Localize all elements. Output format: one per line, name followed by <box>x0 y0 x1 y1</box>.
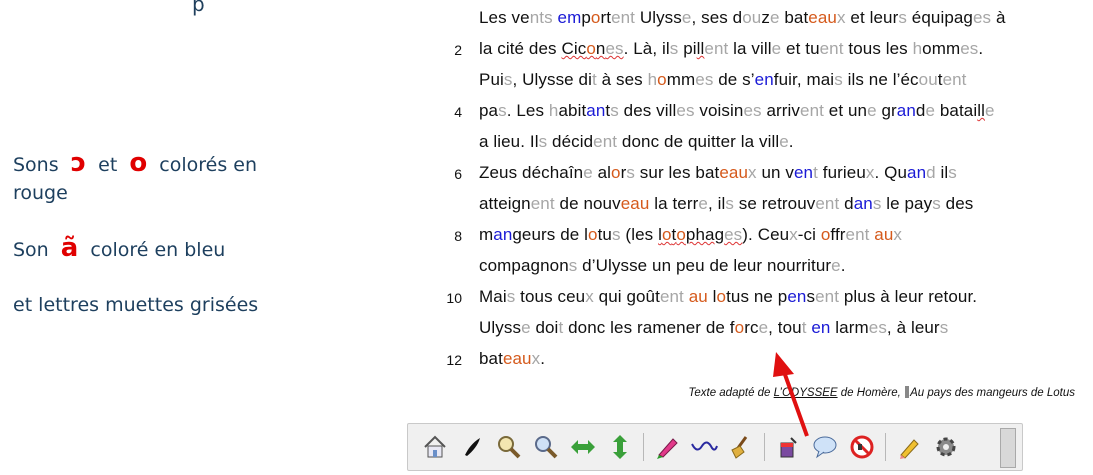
legend-line-rouge: rouge <box>13 182 68 204</box>
toolbar-separator <box>885 433 886 461</box>
speech-bubble-icon[interactable] <box>810 432 840 462</box>
sound-symbol-o: o <box>129 148 148 178</box>
no-sound-icon[interactable] <box>847 432 877 462</box>
text-line-9: compagnons d’Ulysse un peu de leur nourr… <box>430 252 1090 283</box>
zoom-in-icon[interactable] <box>531 432 561 462</box>
credit-book-title: L’ODYSSEE <box>773 387 838 399</box>
text-line-11: Ulysse doit donc les ramener de force, t… <box>430 314 1090 345</box>
toolbar-separator <box>764 433 765 461</box>
horizontal-arrows-icon[interactable] <box>568 432 598 462</box>
line-text: Zeus déchaîne alors sur les bateaux un v… <box>479 163 957 182</box>
line-text: Les vents emportent Ulysse, ses douze ba… <box>479 8 1006 27</box>
pen-icon[interactable] <box>457 432 487 462</box>
line-number: 2 <box>454 42 462 58</box>
line-text: Ulysse doit donc les ramener de force, t… <box>479 318 949 337</box>
line-text: mangeurs de lotus (les lotophages). Ceux… <box>479 225 903 244</box>
legend-line-silent-letters: et lettres muettes grisées <box>13 294 259 316</box>
gear-icon[interactable] <box>931 432 961 462</box>
legend-text: et <box>98 154 118 176</box>
text-line-1: Les vents emportent Ulysse, ses douze ba… <box>430 4 1090 35</box>
text-line-2: 2 la cité des Cicones. Là, ils pillent l… <box>430 35 1090 66</box>
line-text: compagnons d’Ulysse un peu de leur nourr… <box>479 256 846 275</box>
vertical-arrows-icon[interactable] <box>605 432 635 462</box>
zoom-out-icon[interactable] <box>494 432 524 462</box>
text-line-10: 10 Mais tous ceux qui goûtent au lotus n… <box>430 283 1090 314</box>
line-number: 4 <box>454 104 462 120</box>
legend-text: coloré en bleu <box>90 239 226 261</box>
legend-text: Son <box>13 239 49 261</box>
partial-text: p <box>192 0 205 16</box>
toolbar-scroll-handle[interactable] <box>1000 428 1016 468</box>
sound-symbol-open-o: ɔ <box>70 148 87 178</box>
legend-line-red-sounds: Sons ɔ et o colorés en <box>13 148 257 180</box>
legend-text: colorés en <box>159 154 257 176</box>
source-credit: Texte adapté de L’ODYSSEE de Homère, Au … <box>688 386 1075 399</box>
home-icon[interactable] <box>420 432 450 462</box>
line-text: bateaux. <box>479 349 546 368</box>
text-line-12: 12 bateaux. <box>430 345 1090 376</box>
credit-prefix: Texte adapté de <box>688 387 774 399</box>
text-line-3: Puis, Ulysse dit à ses hommes de s’enfui… <box>430 66 1090 97</box>
reading-toolbar <box>407 423 1023 471</box>
text-line-8: 8 mangeurs de lotus (les lotophages). Ce… <box>430 221 1090 252</box>
line-number: 10 <box>446 290 462 306</box>
legend-panel: p Sons ɔ et o colorés en rouge Son ã col… <box>0 0 420 475</box>
legend-line-blue-sound: Son ã coloré en bleu <box>13 233 225 265</box>
paint-bucket-icon[interactable] <box>773 432 803 462</box>
text-line-6: 6 Zeus déchaîne alors sur les bateaux un… <box>430 159 1090 190</box>
wave-icon[interactable] <box>689 432 719 462</box>
text-line-7: atteignent de nouveau la terre, ils se r… <box>430 190 1090 221</box>
highlighter-icon[interactable] <box>652 432 682 462</box>
line-text: la cité des Cicones. Là, ils pillent la … <box>479 39 984 58</box>
text-line-4: 4 pas. Les habitants des villes voisines… <box>430 97 1090 128</box>
text-line-5: a lieu. Ils décident donc de quitter la … <box>430 128 1090 159</box>
cursor-mark <box>905 386 910 398</box>
line-number: 6 <box>454 166 462 182</box>
line-number: 8 <box>454 228 462 244</box>
line-text: atteignent de nouveau la terre, ils se r… <box>479 194 974 213</box>
line-text: a lieu. Ils décident donc de quitter la … <box>479 132 794 151</box>
toolbar-separator <box>643 433 644 461</box>
credit-middle: de Homère, <box>837 387 905 399</box>
line-text: Mais tous ceux qui goûtent au lotus ne p… <box>479 287 978 306</box>
line-text: Puis, Ulysse dit à ses hommes de s’enfui… <box>479 70 967 89</box>
line-text: pas. Les habitants des villes voisines a… <box>479 101 995 120</box>
sound-symbol-nasal-a: ã <box>60 233 79 263</box>
legend-text: Sons <box>13 154 59 176</box>
credit-suffix: Au pays des mangeurs de Lotus <box>910 387 1075 399</box>
line-number: 12 <box>446 352 462 368</box>
pencil-icon[interactable] <box>894 432 924 462</box>
broom-icon[interactable] <box>726 432 756 462</box>
